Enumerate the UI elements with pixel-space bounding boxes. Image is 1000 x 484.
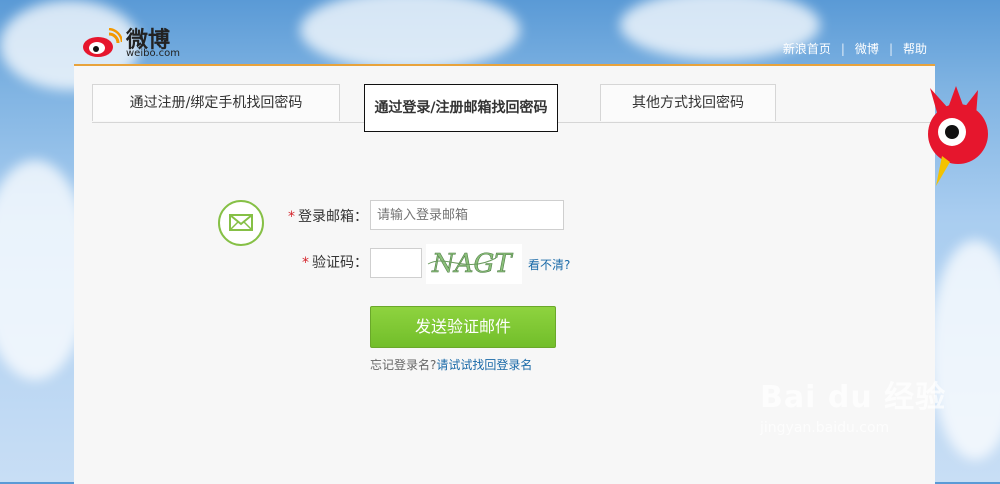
captcha-label: 验证码：: [312, 255, 368, 271]
header: 微博 weibo.com 新浪首页 | 微博 | 帮助: [74, 0, 935, 64]
captcha-refresh-link[interactable]: 看不清?: [528, 256, 570, 273]
captcha-image[interactable]: NAGT: [426, 244, 522, 284]
weibo-logo-icon: [83, 28, 122, 57]
recover-username-link[interactable]: 请试试找回登录名: [436, 358, 532, 372]
separator: |: [840, 42, 845, 56]
forgot-username-hint: 忘记登录名?请试试找回登录名: [370, 356, 532, 373]
tab-bar: 通过注册/绑定手机找回密码 通过登录/注册邮箱找回密码 其他方式找回密码: [92, 84, 932, 132]
watermark-url: jingyan.baidu.com: [760, 420, 890, 436]
email-input[interactable]: [370, 200, 564, 230]
required-mark: *: [302, 255, 309, 271]
mail-icon-circle: [218, 200, 264, 246]
captcha-label-wrap: * 验证码：: [284, 252, 368, 272]
send-verification-email-button[interactable]: 发送验证邮件: [370, 306, 556, 348]
captcha-input[interactable]: [370, 248, 422, 278]
baidu-jingyan-watermark: Bai du 经验 jingyan.baidu.com: [760, 372, 960, 462]
link-help[interactable]: 帮助: [903, 42, 927, 56]
separator: |: [888, 42, 893, 56]
link-sina-home[interactable]: 新浪首页: [783, 42, 831, 56]
weibo-logo[interactable]: 微博 weibo.com: [82, 22, 202, 62]
mail-icon: [229, 214, 253, 231]
captcha-graphic: NAGT: [427, 249, 514, 279]
tab-phone-recovery[interactable]: 通过注册/绑定手机找回密码: [92, 84, 340, 121]
tab-email-recovery[interactable]: 通过登录/注册邮箱找回密码: [364, 84, 558, 132]
tab-other-recovery[interactable]: 其他方式找回密码: [600, 84, 776, 121]
email-label: 登录邮箱：: [298, 209, 368, 225]
weibo-mascot-icon: [928, 86, 988, 186]
watermark-brand: Bai du 经验: [760, 380, 947, 415]
top-links: 新浪首页 | 微博 | 帮助: [783, 40, 927, 57]
required-mark: *: [288, 209, 295, 225]
forgot-username-text: 忘记登录名?: [370, 358, 437, 372]
logo-subtext: weibo.com: [126, 48, 180, 59]
link-weibo[interactable]: 微博: [855, 42, 879, 56]
email-label-wrap: * 登录邮箱：: [284, 206, 368, 226]
